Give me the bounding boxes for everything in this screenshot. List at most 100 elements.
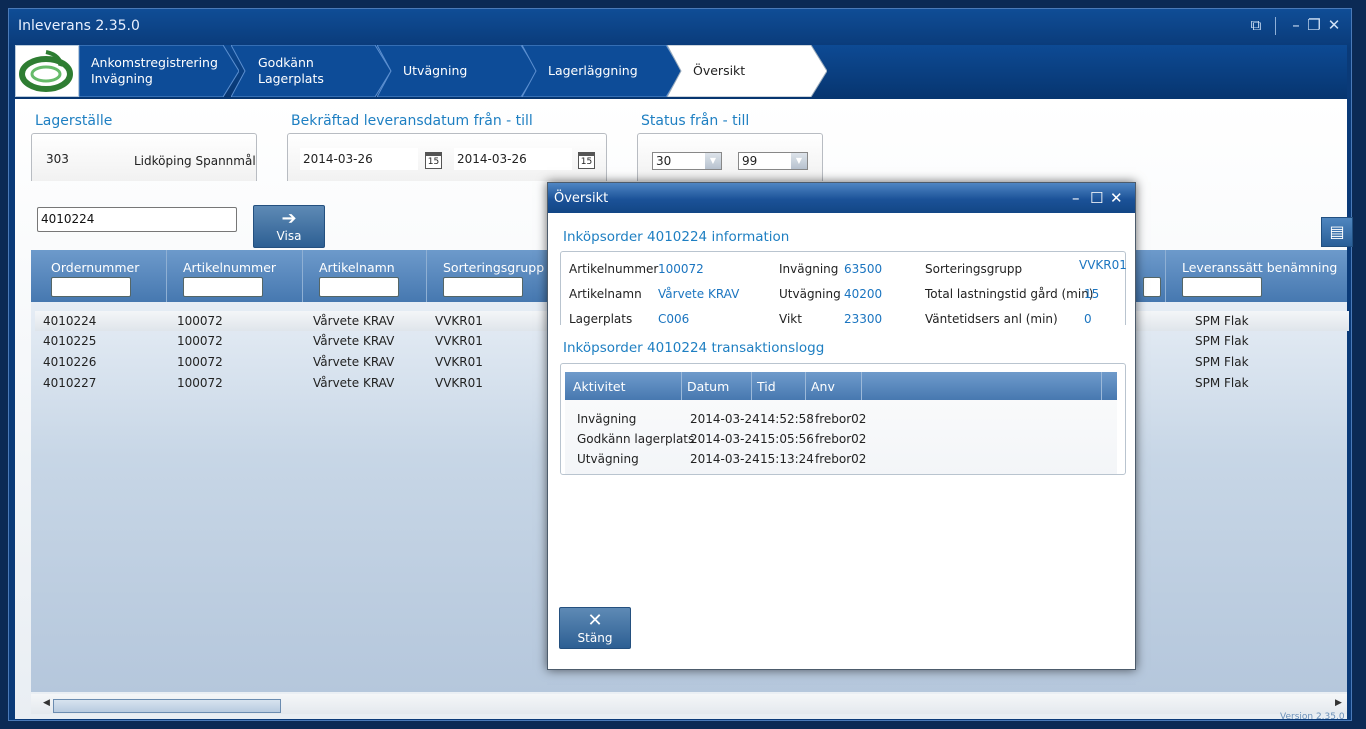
- maximize-icon[interactable]: ☐: [1090, 189, 1103, 207]
- log-col-aktivitet[interactable]: Aktivitet: [573, 379, 626, 394]
- log-datum: 2014-03-24: [690, 432, 760, 446]
- cell-artikelnummer: 100072: [177, 376, 223, 390]
- column-divider: [1101, 372, 1102, 400]
- sorteringsgrupp-value: VVKR01: [1079, 258, 1127, 272]
- log-col-tid[interactable]: Tid: [757, 379, 776, 394]
- transaction-log-panel: Aktivitet Datum Tid Anv Invägning 2014-0…: [560, 363, 1126, 475]
- utvagning-key: Utvägning: [779, 287, 841, 301]
- col-ordernummer[interactable]: Ordernummer: [31, 250, 167, 302]
- step-ankomstregistrering[interactable]: Ankomstregistrering Invägning: [79, 45, 239, 97]
- filter-leveranssatt-input[interactable]: [1182, 277, 1262, 297]
- status-from-select[interactable]: 30 ▼: [652, 152, 722, 170]
- log-tid: 14:52:58: [760, 412, 814, 426]
- column-divider: [861, 372, 862, 400]
- invagning-value: 63500: [844, 262, 883, 276]
- step-lagerlaggning[interactable]: Lagerläggning: [522, 45, 682, 97]
- filter-artikelnamn-input[interactable]: [319, 277, 399, 297]
- log-anv: frebor02: [815, 452, 867, 466]
- status-to-value: 99: [742, 154, 758, 168]
- sorteringsgrupp-key: Sorteringsgrupp: [925, 262, 1023, 276]
- layout-icon[interactable]: ▤: [1321, 217, 1353, 247]
- log-tid: 15:13:24: [760, 452, 814, 466]
- chevron-down-icon[interactable]: ▼: [705, 153, 721, 169]
- minimize-icon[interactable]: –: [1072, 189, 1080, 207]
- company-logo: [15, 45, 79, 97]
- lagerstalle-name: Lidköping Spannmål: [134, 154, 256, 168]
- order-search-input[interactable]: 4010224: [37, 207, 237, 232]
- filter-ordernummer-input[interactable]: [51, 277, 131, 297]
- column-divider: [681, 372, 682, 400]
- cell-ordernummer: 4010225: [43, 334, 97, 348]
- cell-sorteringsgrupp: VVKR01: [435, 314, 483, 328]
- step-utvagning[interactable]: Utvägning: [377, 45, 537, 97]
- calendar-icon[interactable]: 15: [425, 152, 442, 169]
- vantetid-key: Väntetidsers anl (min): [925, 312, 1058, 326]
- dialog-title-bar: Översikt – ☐ ✕: [548, 183, 1135, 213]
- status-range-group: 30 ▼ 99 ▼: [637, 133, 823, 181]
- filter-sorteringsgrupp-input[interactable]: [443, 277, 523, 297]
- cell-sorteringsgrupp: VVKR01: [435, 334, 483, 348]
- lagerplats-value: C006: [658, 312, 690, 326]
- info-panel: Artikelnummer 100072 Artikelnamn Vårvete…: [560, 251, 1127, 326]
- log-anv: frebor02: [815, 432, 867, 446]
- log-table-body: Invägning 2014-03-24 14:52:58 frebor02 G…: [565, 400, 1117, 474]
- cell-leveranssatt: SPM Flak: [1195, 355, 1249, 369]
- title-bar: Inleverans 2.35.0 ⧉ – ❐ ✕: [9, 9, 1351, 41]
- dialog-title: Översikt: [554, 191, 609, 206]
- close-icon: ✕: [587, 610, 603, 631]
- filter-artikelnummer-input[interactable]: [183, 277, 263, 297]
- cell-ordernummer: 4010224: [43, 314, 97, 328]
- status-to-select[interactable]: 99 ▼: [738, 152, 808, 170]
- close-icon[interactable]: ✕: [1323, 15, 1345, 35]
- artikelnummer-value: 100072: [658, 262, 704, 276]
- col-artikelnummer-label: Artikelnummer: [183, 260, 277, 275]
- col-artikelnamn-label: Artikelnamn: [319, 260, 395, 275]
- restore-icon[interactable]: ⧉: [1245, 15, 1267, 35]
- title-separator: [1275, 17, 1276, 35]
- stang-button[interactable]: ✕ Stäng: [559, 607, 631, 649]
- scroll-left-icon[interactable]: ◀: [43, 698, 50, 708]
- vikt-key: Vikt: [779, 312, 802, 326]
- col-leveranssatt-label: Leveranssätt benämning: [1182, 260, 1338, 275]
- cell-sorteringsgrupp: VVKR01: [435, 355, 483, 369]
- col-ordernummer-label: Ordernummer: [51, 260, 140, 275]
- chevron-down-icon[interactable]: ▼: [791, 153, 807, 169]
- log-col-datum[interactable]: Datum: [687, 379, 729, 394]
- cell-ordernummer: 4010227: [43, 376, 97, 390]
- artikelnamn-value: Vårvete KRAV: [658, 287, 740, 301]
- lastningstid-value: 15: [1084, 287, 1100, 301]
- lagerplats-key: Lagerplats: [569, 312, 633, 326]
- lagerstalle-group: 303 Lidköping Spannmål: [31, 133, 257, 181]
- col-leveranssatt[interactable]: Leveranssätt benämning: [1165, 250, 1347, 302]
- log-aktivitet: Godkänn lagerplats: [577, 432, 695, 446]
- status-range-label: Status från - till: [641, 113, 750, 129]
- filter-hidden-column-input[interactable]: [1143, 277, 1161, 297]
- log-tid: 15:05:56: [760, 432, 814, 446]
- step-oversikt[interactable]: Översikt: [667, 45, 827, 97]
- log-aktivitet: Invägning: [577, 412, 637, 426]
- stang-button-label: Stäng: [577, 631, 613, 645]
- scroll-right-icon[interactable]: ▶: [1335, 698, 1342, 708]
- scrollbar-thumb[interactable]: [53, 699, 281, 713]
- artikelnamn-key: Artikelnamn: [569, 287, 642, 301]
- oversikt-dialog: Översikt – ☐ ✕ Inköpsorder 4010224 infor…: [547, 182, 1136, 670]
- col-sorteringsgrupp[interactable]: Sorteringsgrupp: [427, 250, 567, 302]
- utvagning-value: 40200: [844, 287, 883, 301]
- step-godkann-lagerplats[interactable]: Godkänn Lagerplats: [231, 45, 391, 97]
- visa-button[interactable]: ➔ Visa: [253, 205, 325, 248]
- date-to-field[interactable]: 2014-03-26: [454, 148, 572, 170]
- col-artikelnamn[interactable]: Artikelnamn: [303, 250, 427, 302]
- close-icon[interactable]: ✕: [1110, 189, 1123, 207]
- cell-sorteringsgrupp: VVKR01: [435, 376, 483, 390]
- step-label-2b: Lagerplats: [258, 71, 324, 86]
- step-label-1: Ankomstregistrering: [91, 55, 218, 70]
- col-artikelnummer[interactable]: Artikelnummer: [167, 250, 303, 302]
- maximize-icon[interactable]: ❐: [1303, 15, 1325, 35]
- horizontal-scrollbar[interactable]: ◀ ▶: [31, 694, 1347, 714]
- calendar-icon[interactable]: 15: [578, 152, 595, 169]
- status-from-value: 30: [656, 154, 672, 168]
- column-divider: [805, 372, 806, 400]
- date-from-field[interactable]: 2014-03-26: [300, 148, 418, 170]
- cell-artikelnamn: Vårvete KRAV: [313, 334, 395, 348]
- log-col-anv[interactable]: Anv: [811, 379, 835, 394]
